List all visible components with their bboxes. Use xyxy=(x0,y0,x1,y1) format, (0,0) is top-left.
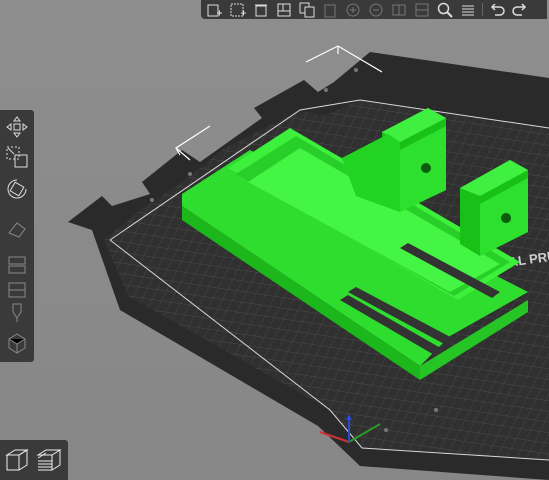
add-instance-icon[interactable] xyxy=(342,0,364,19)
split-parts-icon[interactable] xyxy=(411,0,433,19)
select-all-icon[interactable] xyxy=(227,0,249,19)
copy-icon[interactable] xyxy=(296,0,318,19)
layers-editing-icon[interactable] xyxy=(457,0,479,19)
left-gizmo-toolbar xyxy=(0,110,34,362)
seam-painting-icon[interactable] xyxy=(3,300,31,326)
top-toolbar xyxy=(201,0,547,19)
cut-icon[interactable] xyxy=(3,252,31,278)
arrange-icon[interactable] xyxy=(273,0,295,19)
rotate-icon[interactable] xyxy=(3,176,31,202)
split-objects-icon[interactable] xyxy=(388,0,410,19)
3d-scene-viewport[interactable]: NAL PRUS xyxy=(0,0,549,480)
3d-view-icon[interactable] xyxy=(2,444,32,476)
preview-layers-icon[interactable] xyxy=(34,444,64,476)
hollow-icon[interactable] xyxy=(3,330,31,356)
place-on-face-icon[interactable] xyxy=(3,216,31,242)
remove-instance-icon[interactable] xyxy=(365,0,387,19)
toolbar-separator xyxy=(482,3,483,16)
search-icon[interactable] xyxy=(434,0,456,19)
add-object-icon[interactable] xyxy=(204,0,226,19)
paste-icon[interactable] xyxy=(319,0,341,19)
undo-icon[interactable] xyxy=(486,0,508,19)
view-toggle xyxy=(0,440,68,480)
scale-icon[interactable] xyxy=(3,144,31,170)
move-icon[interactable] xyxy=(3,114,31,140)
redo-icon[interactable] xyxy=(509,0,531,19)
delete-icon[interactable] xyxy=(250,0,272,19)
